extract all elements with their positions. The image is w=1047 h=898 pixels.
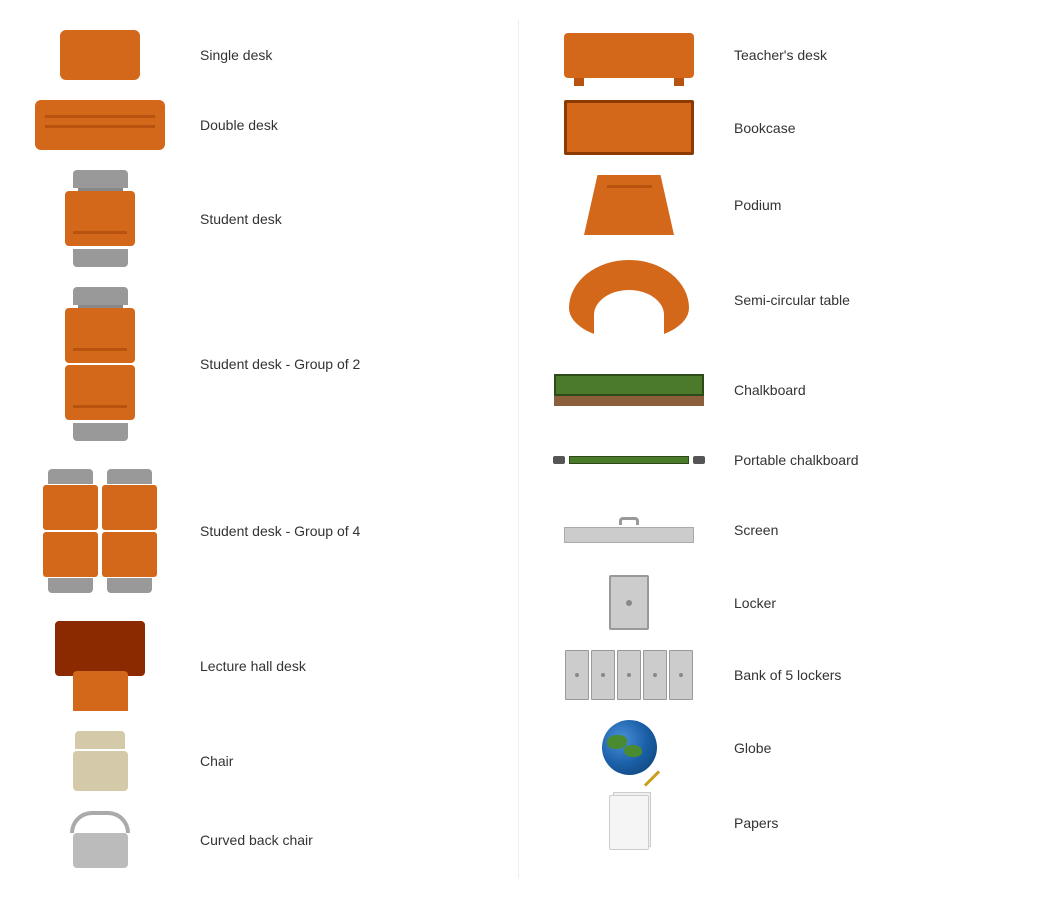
list-item[interactable]: Chair [0,721,518,801]
list-item[interactable]: Curved back chair [0,801,518,878]
student-desk-group2-icon [20,287,180,441]
curved-back-chair-label: Curved back chair [200,832,313,848]
teachers-desk-label: Teacher's desk [734,47,827,63]
list-item[interactable]: Student desk [0,160,518,277]
list-item[interactable]: Bookcase [529,90,1047,165]
list-item[interactable]: Student desk - Group of 2 [0,277,518,451]
lecture-hall-desk-icon [20,621,180,711]
chair-icon [20,731,180,791]
locker-icon [539,575,719,630]
list-item[interactable]: Portable chalkboard [529,425,1047,495]
student-desk-group4-icon [20,469,180,593]
double-desk-label: Double desk [200,117,278,133]
chalkboard-icon [539,374,719,406]
globe-label: Globe [734,740,771,756]
papers-icon [539,795,719,850]
list-item[interactable]: Single desk [0,20,518,90]
list-item[interactable]: Student desk - Group of 4 [0,451,518,611]
lecture-hall-desk-label: Lecture hall desk [200,658,306,674]
bookcase-label: Bookcase [734,120,795,136]
podium-icon [539,175,719,235]
student-desk-group4-label: Student desk - Group of 4 [200,523,360,539]
semi-circular-table-icon [539,260,719,340]
bank-of-5-lockers-icon [539,650,719,700]
semi-circular-table-label: Semi-circular table [734,292,850,308]
locker-label: Locker [734,595,776,611]
globe-icon [539,720,719,775]
bookcase-icon [539,100,719,155]
curved-back-chair-icon [20,811,180,868]
double-desk-icon [20,100,180,150]
list-item[interactable]: Bank of 5 lockers [529,640,1047,710]
portable-chalkboard-icon [539,456,719,464]
screen-label: Screen [734,522,778,538]
chair-label: Chair [200,753,233,769]
left-column: Single desk Double desk Student desk [0,20,518,878]
list-item[interactable]: Teacher's desk [529,20,1047,90]
student-desk-label: Student desk [200,211,282,227]
right-column: Teacher's desk Bookcase Podium [518,20,1047,878]
single-desk-icon [20,30,180,80]
list-item[interactable]: Screen [529,495,1047,565]
bank-of-5-lockers-label: Bank of 5 lockers [734,667,841,683]
podium-label: Podium [734,197,781,213]
single-desk-label: Single desk [200,47,272,63]
chalkboard-label: Chalkboard [734,382,806,398]
teachers-desk-icon [539,33,719,78]
list-item[interactable]: Semi-circular table [529,245,1047,355]
list-item[interactable]: Locker [529,565,1047,640]
screen-icon [539,517,719,543]
list-item[interactable]: Lecture hall desk [0,611,518,721]
student-desk-group2-label: Student desk - Group of 2 [200,356,360,372]
list-item[interactable]: Papers [529,785,1047,860]
list-item[interactable]: Double desk [0,90,518,160]
list-item[interactable]: Globe [529,710,1047,785]
student-desk-icon [20,170,180,267]
papers-label: Papers [734,815,778,831]
portable-chalkboard-label: Portable chalkboard [734,452,859,468]
list-item[interactable]: Chalkboard [529,355,1047,425]
list-item[interactable]: Podium [529,165,1047,245]
